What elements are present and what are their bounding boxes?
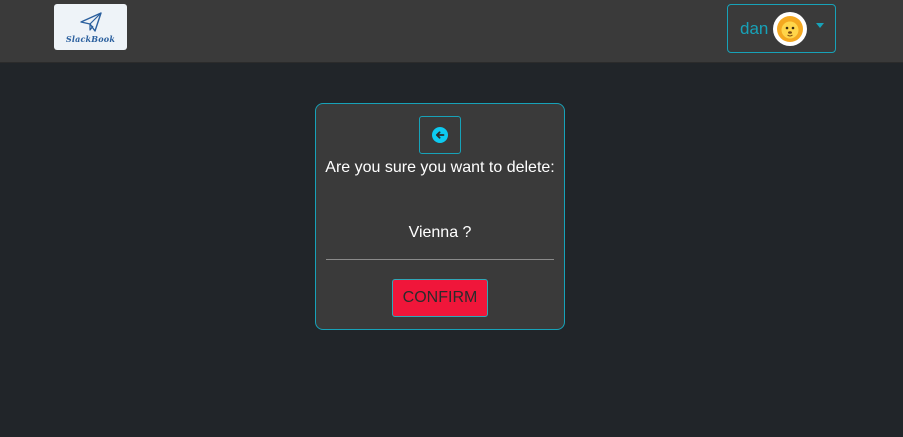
username: dan [740,18,769,38]
avatar [773,11,808,46]
lion-avatar-icon [777,15,804,42]
logo-text: SlackBook [65,33,116,44]
logo[interactable]: SlackBook [54,4,127,50]
chevron-down-icon [816,23,825,28]
top-navbar: SlackBook dan [0,0,903,63]
back-button[interactable] [419,116,461,154]
delete-confirm-dialog: Are you sure you want to delete: Vienna … [315,103,565,330]
confirm-button[interactable]: CONFIRM [392,279,488,317]
item-to-delete: Vienna ? [408,224,472,241]
paper-plane-icon [79,11,102,32]
divider [326,259,554,260]
delete-question: Are you sure you want to delete: [325,159,555,176]
user-menu-dropdown[interactable]: dan [727,4,836,53]
arrow-left-circle-icon [432,127,448,143]
